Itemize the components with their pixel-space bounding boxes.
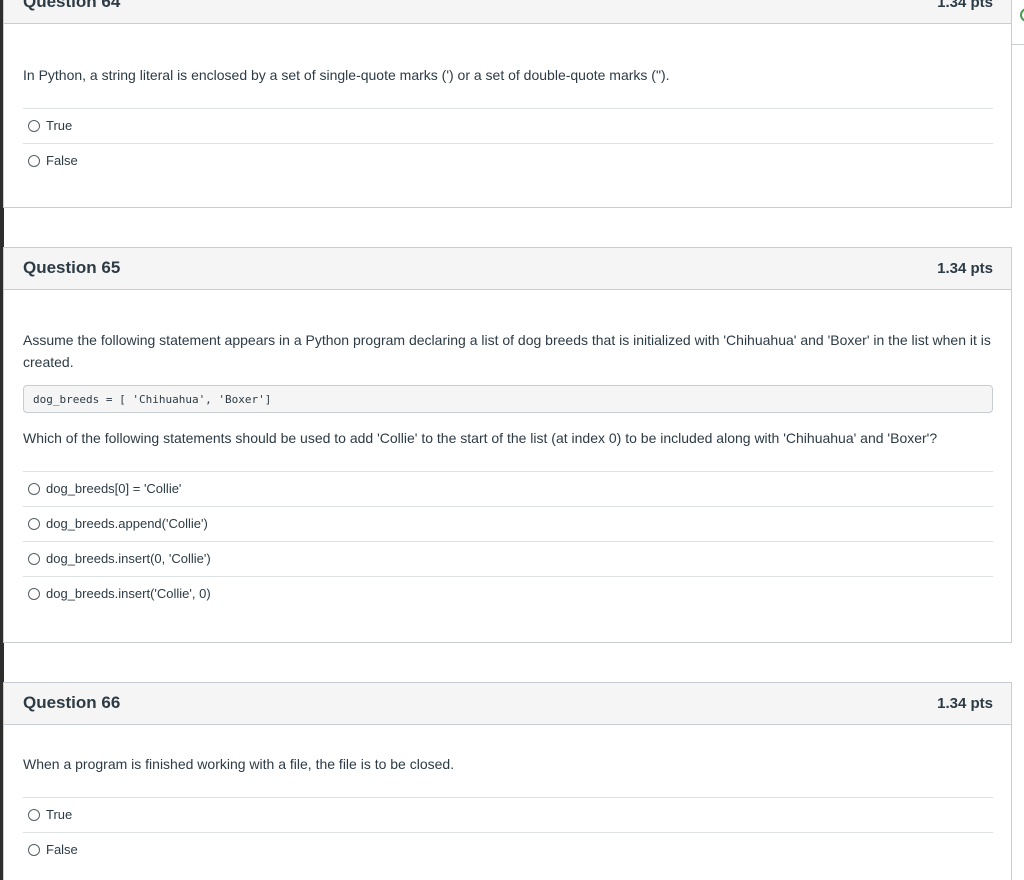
answer-option[interactable]: False bbox=[23, 144, 993, 179]
answer-list: dog_breeds[0] = 'Collie' dog_breeds.appe… bbox=[23, 471, 993, 612]
question-subprompt: Which of the following statements should… bbox=[23, 430, 938, 446]
question-points: 1.34 pts bbox=[937, 260, 993, 277]
question-prompt: When a program is finished working with … bbox=[23, 756, 455, 772]
code-snippet: dog_breeds = [ 'Chihuahua', 'Boxer'] bbox=[23, 385, 993, 413]
question-65: Question 65 1.34 pts Assume the followin… bbox=[3, 247, 1012, 643]
answer-option[interactable]: dog_breeds.insert('Collie', 0) bbox=[23, 577, 993, 612]
question-header: Question 66 1.34 pts bbox=[4, 683, 1011, 725]
question-title: Question 66 bbox=[23, 693, 121, 712]
answer-label: True bbox=[46, 807, 73, 822]
radio-button[interactable] bbox=[28, 553, 40, 565]
answer-option[interactable]: False bbox=[23, 833, 993, 868]
answer-option[interactable]: dog_breeds.append('Collie') bbox=[23, 507, 993, 542]
question-66: Question 66 1.34 pts When a program is f… bbox=[3, 682, 1012, 880]
quiz-page: Question 64 1.34 pts In Python, a string… bbox=[0, 0, 1024, 880]
answer-option[interactable]: dog_breeds.insert(0, 'Collie') bbox=[23, 542, 993, 577]
question-body: When a program is finished working with … bbox=[4, 725, 1011, 868]
radio-button[interactable] bbox=[28, 518, 40, 530]
radio-button[interactable] bbox=[28, 809, 40, 821]
question-64: Question 64 1.34 pts In Python, a string… bbox=[3, 0, 1012, 208]
answer-option[interactable]: True bbox=[23, 109, 993, 144]
radio-button[interactable] bbox=[28, 844, 40, 856]
answer-label: dog_breeds.insert(0, 'Collie') bbox=[46, 551, 211, 566]
radio-button[interactable] bbox=[28, 120, 40, 132]
answer-option[interactable]: True bbox=[23, 798, 993, 833]
radio-button[interactable] bbox=[28, 483, 40, 495]
question-header: Question 65 1.34 pts bbox=[4, 248, 1011, 290]
answer-label: dog_breeds[0] = 'Collie' bbox=[46, 481, 182, 496]
question-prompt: In Python, a string literal is enclosed … bbox=[23, 67, 670, 83]
answer-label: dog_breeds.insert('Collie', 0) bbox=[46, 586, 211, 601]
question-header: Question 64 1.34 pts bbox=[4, 0, 1011, 24]
answer-label: dog_breeds.append('Collie') bbox=[46, 516, 208, 531]
question-points: 1.34 pts bbox=[937, 0, 993, 11]
question-title: Question 64 bbox=[23, 0, 121, 11]
question-prompt: Assume the following statement appears i… bbox=[23, 332, 991, 370]
question-title: Question 65 bbox=[23, 258, 121, 277]
answer-label: False bbox=[46, 153, 78, 168]
question-body: Assume the following statement appears i… bbox=[4, 290, 1011, 612]
radio-button[interactable] bbox=[28, 155, 40, 167]
answer-list: True False bbox=[23, 108, 993, 179]
answer-option[interactable]: dog_breeds[0] = 'Collie' bbox=[23, 472, 993, 507]
radio-button[interactable] bbox=[28, 588, 40, 600]
answer-label: True bbox=[46, 118, 73, 133]
answer-label: False bbox=[46, 842, 78, 857]
question-body: In Python, a string literal is enclosed … bbox=[4, 24, 1011, 179]
answer-list: True False bbox=[23, 797, 993, 868]
question-points: 1.34 pts bbox=[937, 695, 993, 712]
status-ring-icon bbox=[1020, 8, 1024, 22]
